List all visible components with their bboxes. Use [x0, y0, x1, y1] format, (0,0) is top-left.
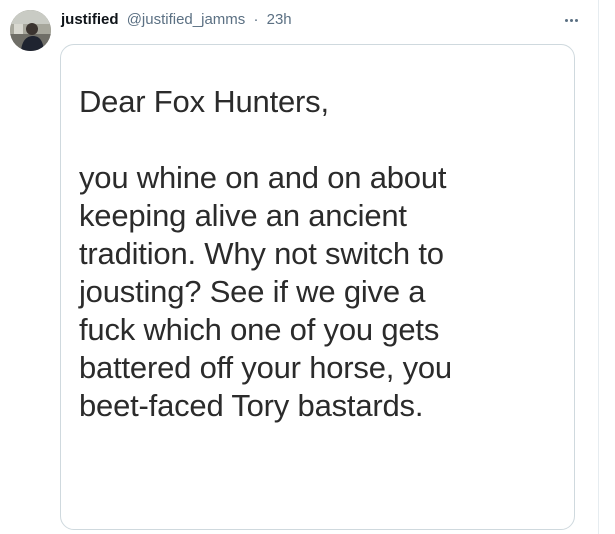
column-divider: [598, 0, 599, 534]
image-note-text: Dear Fox Hunters, you whine on and on ab…: [79, 83, 569, 425]
user-handle[interactable]: @justified_jamms: [127, 11, 246, 28]
note-line: tradition. Why not switch to: [79, 236, 444, 271]
display-name[interactable]: justified: [61, 11, 119, 28]
note-line: keeping alive an ancient: [79, 198, 407, 233]
note-line: you whine on and on about: [79, 160, 447, 195]
note-greeting: Dear Fox Hunters,: [79, 84, 329, 119]
more-horizontal-icon[interactable]: [560, 10, 582, 30]
note-line: fuck which one of you gets: [79, 312, 440, 347]
avatar-image: [10, 10, 51, 51]
note-line: battered off your horse, you: [79, 350, 452, 385]
tweet[interactable]: justified @justified_jamms · 23h Dear Fo…: [0, 0, 615, 534]
avatar[interactable]: [10, 10, 51, 51]
timestamp[interactable]: 23h: [267, 11, 292, 28]
note-line: beet-faced Tory bastards.: [79, 388, 424, 423]
separator-dot: ·: [253, 11, 259, 28]
note-line: jousting? See if we give a: [79, 274, 426, 309]
tweet-header: justified @justified_jamms · 23h: [61, 10, 292, 30]
tweet-image[interactable]: Dear Fox Hunters, you whine on and on ab…: [60, 44, 575, 530]
note-body: you whine on and on about keeping alive …: [79, 159, 569, 425]
